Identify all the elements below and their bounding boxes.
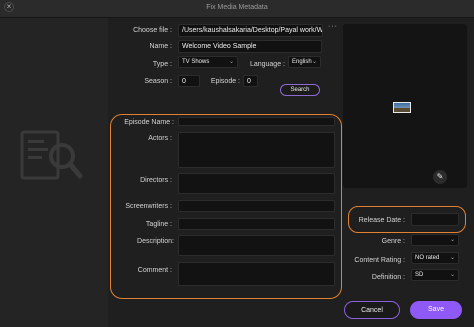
episode-input[interactable]: 0 bbox=[243, 75, 258, 87]
content-rating-value: NO rated bbox=[415, 255, 440, 261]
cancel-button[interactable]: Cancel bbox=[344, 301, 400, 319]
chevron-down-icon: ⌄ bbox=[311, 59, 317, 65]
definition-select[interactable]: SD ⌄ bbox=[411, 269, 459, 281]
chevron-down-icon: ⌄ bbox=[228, 59, 234, 65]
season-label: Season : bbox=[144, 78, 172, 85]
document-search-icon bbox=[20, 130, 83, 180]
highlight-box-details bbox=[110, 114, 342, 299]
definition-label: Definition : bbox=[371, 274, 405, 281]
window-title: Fix Media Metadata bbox=[206, 4, 268, 11]
content-rating-select[interactable]: NO rated ⌄ bbox=[411, 252, 459, 264]
content-rating-label: Content Rating : bbox=[354, 257, 405, 264]
type-value: TV Shows bbox=[182, 59, 210, 65]
thumbnail-ground bbox=[394, 108, 410, 112]
main-form: Choose file : /Users/kaushalsakaria/Desk… bbox=[108, 18, 474, 327]
search-button[interactable]: Search bbox=[280, 84, 320, 96]
title-bar: × Fix Media Metadata bbox=[0, 0, 474, 18]
definition-value: SD bbox=[415, 272, 424, 278]
language-select[interactable]: English ⌄ bbox=[288, 56, 321, 68]
episode-label: Episode : bbox=[210, 78, 240, 85]
genre-label: Genre : bbox=[381, 238, 405, 245]
choose-file-label: Choose file : bbox=[133, 27, 172, 34]
highlight-box-release-date bbox=[348, 206, 466, 233]
type-select[interactable]: TV Shows ⌄ bbox=[178, 56, 238, 68]
language-value: English bbox=[292, 59, 312, 65]
chevron-down-icon: ⌄ bbox=[449, 237, 455, 243]
chevron-down-icon: ⌄ bbox=[449, 272, 455, 278]
language-label: Language : bbox=[249, 61, 285, 68]
save-button[interactable]: Save bbox=[410, 301, 462, 319]
name-label: Name : bbox=[149, 43, 172, 50]
season-input[interactable]: 0 bbox=[178, 75, 200, 87]
genre-select[interactable]: ⌄ bbox=[411, 234, 459, 246]
name-input[interactable]: Welcome Video Sample bbox=[178, 40, 322, 53]
left-panel bbox=[0, 18, 108, 327]
edit-icon[interactable]: ✎ bbox=[433, 170, 447, 184]
artwork-preview: ✎ bbox=[343, 24, 467, 188]
browse-button[interactable]: ··· bbox=[328, 23, 338, 30]
type-label: Type : bbox=[152, 61, 172, 68]
file-path-field[interactable]: /Users/kaushalsakaria/Desktop/Payal work… bbox=[178, 24, 323, 37]
artwork-thumbnail bbox=[393, 102, 411, 113]
chevron-down-icon: ⌄ bbox=[449, 255, 455, 261]
